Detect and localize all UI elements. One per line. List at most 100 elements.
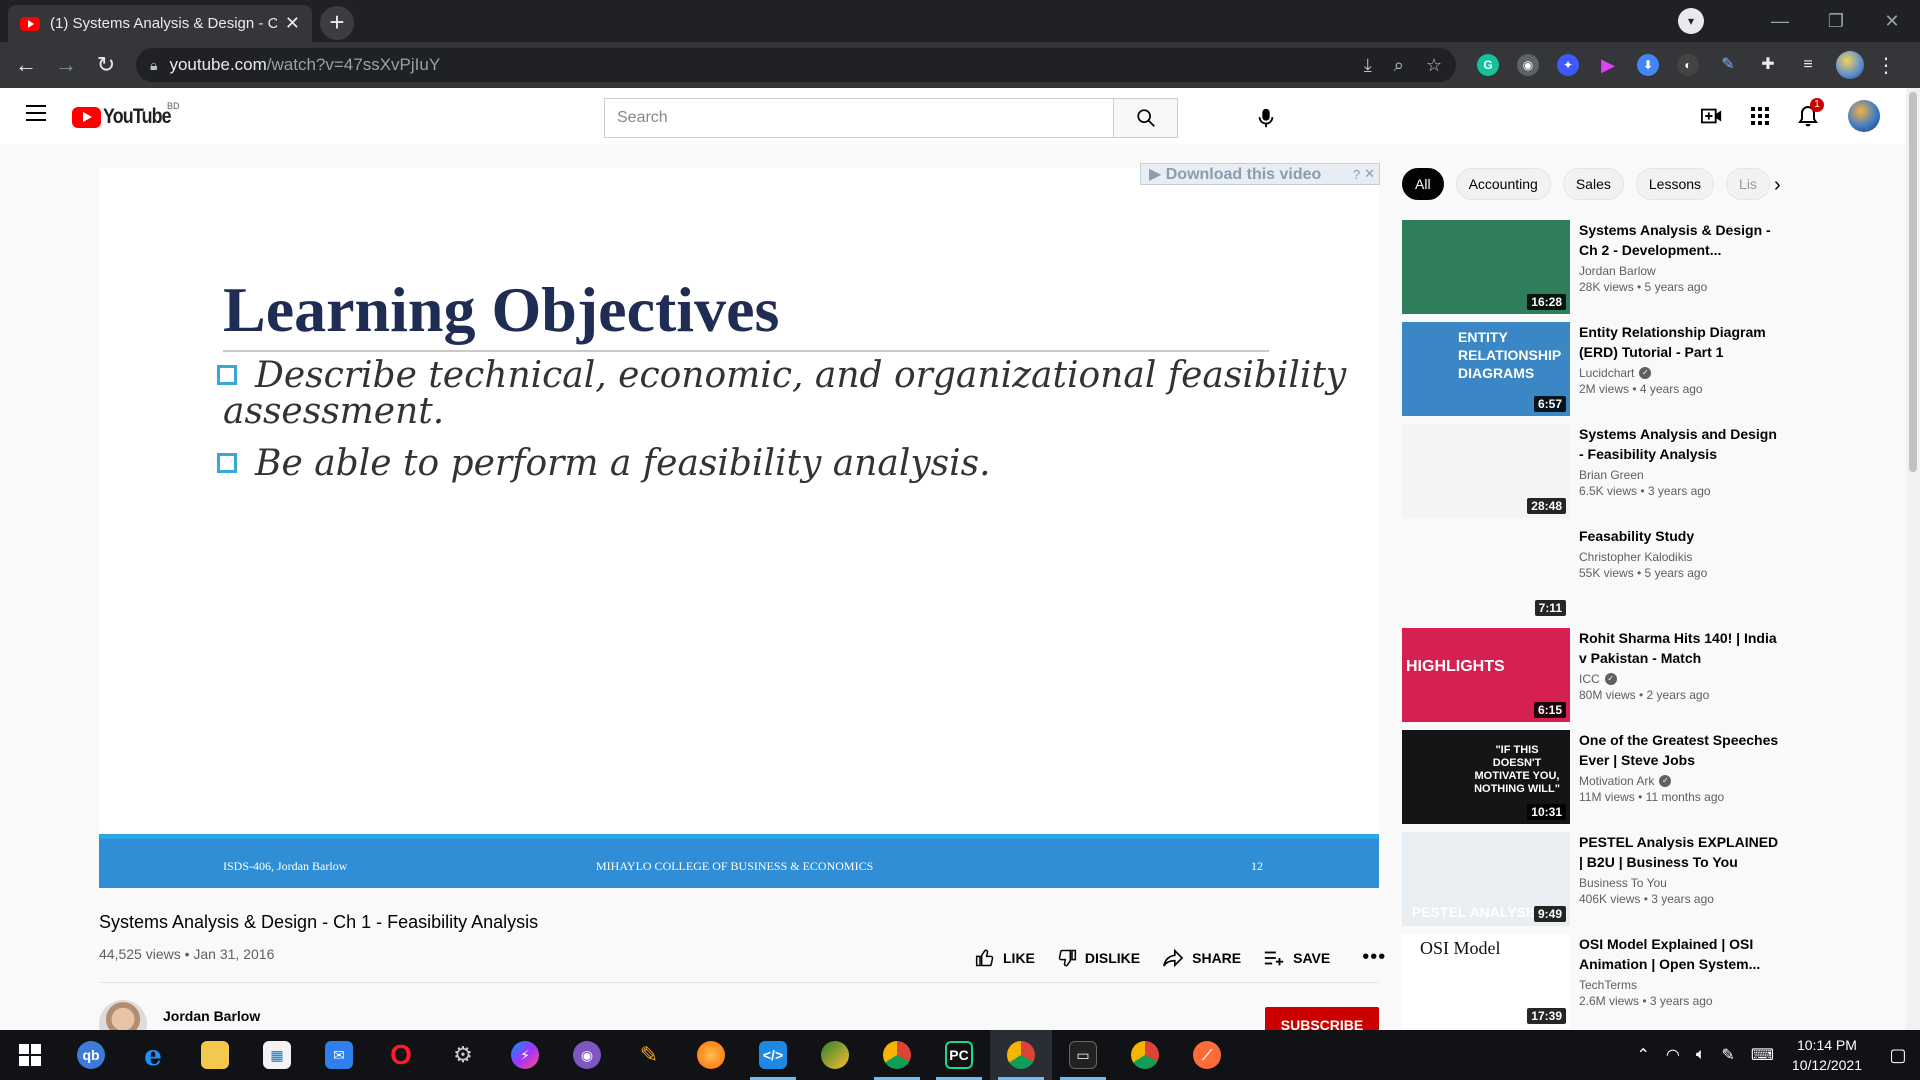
recommended-video[interactable]: ENTITY RELATIONSHIP DIAGRAMS 6:57 Entity… xyxy=(1402,320,1804,416)
taskbar-file-explorer[interactable] xyxy=(184,1030,246,1080)
more-actions-icon[interactable]: ••• xyxy=(1362,946,1386,969)
recommended-video-title[interactable]: OSI Model Explained | OSI Animation | Op… xyxy=(1579,934,1784,974)
taskbar-firefox[interactable] xyxy=(680,1030,742,1080)
taskbar-app-13[interactable] xyxy=(804,1030,866,1080)
lock-icon[interactable]: 🔒︎ xyxy=(150,57,157,74)
taskbar-chrome-1[interactable] xyxy=(866,1030,928,1080)
keyboard-icon[interactable]: ⌨ xyxy=(1751,1045,1774,1065)
chip-accounting[interactable]: Accounting xyxy=(1455,168,1551,200)
recommended-channel-name[interactable]: Business To You xyxy=(1579,876,1667,890)
action-center-icon[interactable]: ▢ xyxy=(1876,1045,1920,1066)
downloader-extension-icon[interactable]: ⬇ xyxy=(1637,54,1659,76)
chip-sales[interactable]: Sales xyxy=(1562,168,1624,200)
close-tab-icon[interactable]: ✕ xyxy=(285,13,300,34)
minimize-button[interactable]: — xyxy=(1752,11,1808,32)
pen-icon[interactable]: ✎ xyxy=(1721,1045,1734,1065)
save-button[interactable]: SAVE xyxy=(1263,949,1330,967)
address-bar[interactable]: 🔒︎ youtube.com/watch?v=47ssXvPjIuY ⤓ ⌕ ☆ xyxy=(136,48,1456,82)
scrollbar-thumb[interactable] xyxy=(1909,92,1917,472)
video-thumbnail[interactable]: OSI Model 17:39 xyxy=(1402,934,1570,1028)
zoom-icon[interactable]: ⌕ xyxy=(1394,55,1404,76)
recommended-channel-name[interactable]: Motivation Ark xyxy=(1579,774,1654,788)
taskbar-mail[interactable]: ✉ xyxy=(308,1030,370,1080)
extensions-puzzle-icon[interactable]: ✚ xyxy=(1757,54,1779,76)
play-extension-icon[interactable]: ▶ xyxy=(1597,54,1619,76)
profile-avatar[interactable] xyxy=(1836,51,1864,79)
taskbar-terminal[interactable]: ▭ xyxy=(1052,1030,1114,1080)
channel-name[interactable]: Jordan Barlow xyxy=(163,1008,260,1024)
recommended-video-title[interactable]: Rohit Sharma Hits 140! | India v Pakista… xyxy=(1579,628,1784,668)
grammarly-extension-icon[interactable]: G xyxy=(1477,54,1499,76)
reading-list-icon[interactable]: ≡ xyxy=(1797,54,1819,76)
browser-tab[interactable]: (1) Systems Analysis & Design - C ✕ xyxy=(8,5,312,42)
search-input[interactable] xyxy=(605,99,1113,137)
pen-extension-icon[interactable]: ✎ xyxy=(1717,54,1739,76)
recommended-channel-name[interactable]: ICC xyxy=(1579,672,1600,686)
video-thumbnail[interactable]: "IF THIS DOESN'T MOTIVATE YOU, NOTHING W… xyxy=(1402,730,1570,824)
close-icon[interactable]: ✕ xyxy=(1364,166,1375,182)
youtube-logo[interactable]: YouTube BD xyxy=(72,101,183,129)
video-thumbnail[interactable]: ENTITY RELATIONSHIP DIAGRAMS 6:57 xyxy=(1402,322,1570,416)
recommended-video-title[interactable]: Entity Relationship Diagram (ERD) Tutori… xyxy=(1579,322,1784,362)
tab-search-icon[interactable]: ▾ xyxy=(1678,8,1704,34)
clock[interactable]: 10:14 PM 10/12/2021 xyxy=(1792,1035,1862,1075)
camera-extension-icon[interactable]: ◉ xyxy=(1517,54,1539,76)
chevron-up-icon[interactable]: ⌃ xyxy=(1636,1045,1649,1065)
taskbar-github[interactable]: ◉ xyxy=(556,1030,618,1080)
bookmark-star-icon[interactable]: ☆ xyxy=(1426,55,1442,76)
taskbar-messenger[interactable]: ⚡ xyxy=(494,1030,556,1080)
like-button[interactable]: LIKE xyxy=(975,948,1035,968)
recommended-channel-name[interactable]: Brian Green xyxy=(1579,468,1644,482)
close-window-button[interactable]: ✕ xyxy=(1864,11,1920,32)
create-video-button[interactable] xyxy=(1696,100,1728,132)
taskbar-opera[interactable]: O xyxy=(370,1030,432,1080)
video-thumbnail[interactable]: PESTEL ANALYSIS 9:49 xyxy=(1402,832,1570,926)
chip-lessons[interactable]: Lessons xyxy=(1635,168,1715,200)
taskbar-postman[interactable]: ⟋ xyxy=(1176,1030,1238,1080)
new-tab-button[interactable]: + xyxy=(320,6,354,40)
recommended-channel-name[interactable]: Christopher Kalodikis xyxy=(1579,550,1692,564)
maximize-button[interactable]: ❐ xyxy=(1808,11,1864,32)
chevron-right-icon[interactable]: › xyxy=(1774,174,1781,197)
back-arrow-icon[interactable]: ← xyxy=(6,52,46,78)
recommended-video-title[interactable]: One of the Greatest Speeches Ever | Stev… xyxy=(1579,730,1784,770)
recommended-video[interactable]: 28:48 Systems Analysis and Design - Feas… xyxy=(1402,422,1804,518)
taskbar-chrome-3[interactable] xyxy=(1114,1030,1176,1080)
video-player[interactable]: Learning Objectives Describe technical, … xyxy=(99,168,1379,888)
speaker-icon[interactable]: 🔈︎ xyxy=(1696,1046,1706,1064)
url-text[interactable]: youtube.com/watch?v=47ssXvPjIuY xyxy=(169,55,1341,75)
video-thumbnail[interactable]: HIGHLIGHTS 6:15 xyxy=(1402,628,1570,722)
page-scrollbar[interactable] xyxy=(1906,88,1920,1030)
video-thumbnail[interactable]: 28:48 xyxy=(1402,424,1570,518)
recommended-video-title[interactable]: Feasability Study xyxy=(1579,526,1784,546)
recommended-video[interactable]: PESTEL ANALYSIS 9:49 PESTEL Analysis EXP… xyxy=(1402,830,1804,926)
taskbar-qbittorrent[interactable]: qb xyxy=(60,1030,122,1080)
chip-lists[interactable]: Lis xyxy=(1726,168,1770,200)
taskbar-pycharm[interactable]: PC xyxy=(928,1030,990,1080)
recommended-video[interactable]: 16:28 Systems Analysis & Design - Ch 2 -… xyxy=(1402,218,1804,314)
download-video-label[interactable]: ▶ Download this video xyxy=(1149,164,1353,184)
download-video-bar[interactable]: ▶ Download this video ? ✕ xyxy=(1140,163,1380,185)
account-avatar[interactable] xyxy=(1848,100,1880,132)
recommended-video[interactable]: "IF THIS DOESN'T MOTIVATE YOU, NOTHING W… xyxy=(1402,728,1804,824)
wifi-icon[interactable]: ◠ xyxy=(1666,1045,1680,1065)
notifications-button[interactable]: 1 xyxy=(1792,98,1824,132)
forward-arrow-icon[interactable]: → xyxy=(46,52,86,78)
help-icon[interactable]: ? xyxy=(1353,167,1360,182)
recommended-video[interactable]: OSI Model 17:39 OSI Model Explained | OS… xyxy=(1402,932,1804,1028)
voice-search-button[interactable] xyxy=(1250,102,1282,134)
apps-button[interactable] xyxy=(1744,100,1776,132)
recommended-channel-name[interactable]: TechTerms xyxy=(1579,978,1637,992)
windows-start-button[interactable] xyxy=(0,1030,60,1080)
taskbar-vscode[interactable]: </> xyxy=(742,1030,804,1080)
taskbar-store[interactable]: ▦ xyxy=(246,1030,308,1080)
reload-icon[interactable]: ↻ xyxy=(86,52,126,78)
search-button[interactable] xyxy=(1113,99,1177,137)
taskbar-paint[interactable]: ✎ xyxy=(618,1030,680,1080)
dislike-button[interactable]: DISLIKE xyxy=(1057,948,1140,968)
hamburger-menu-icon[interactable] xyxy=(26,105,46,126)
recommended-video-title[interactable]: Systems Analysis & Design - Ch 2 - Devel… xyxy=(1579,220,1784,260)
dark-reader-extension-icon[interactable]: ◐ xyxy=(1677,54,1699,76)
taskbar-edge[interactable]: e xyxy=(122,1030,184,1080)
taskbar-app-7[interactable]: ⚙ xyxy=(432,1030,494,1080)
